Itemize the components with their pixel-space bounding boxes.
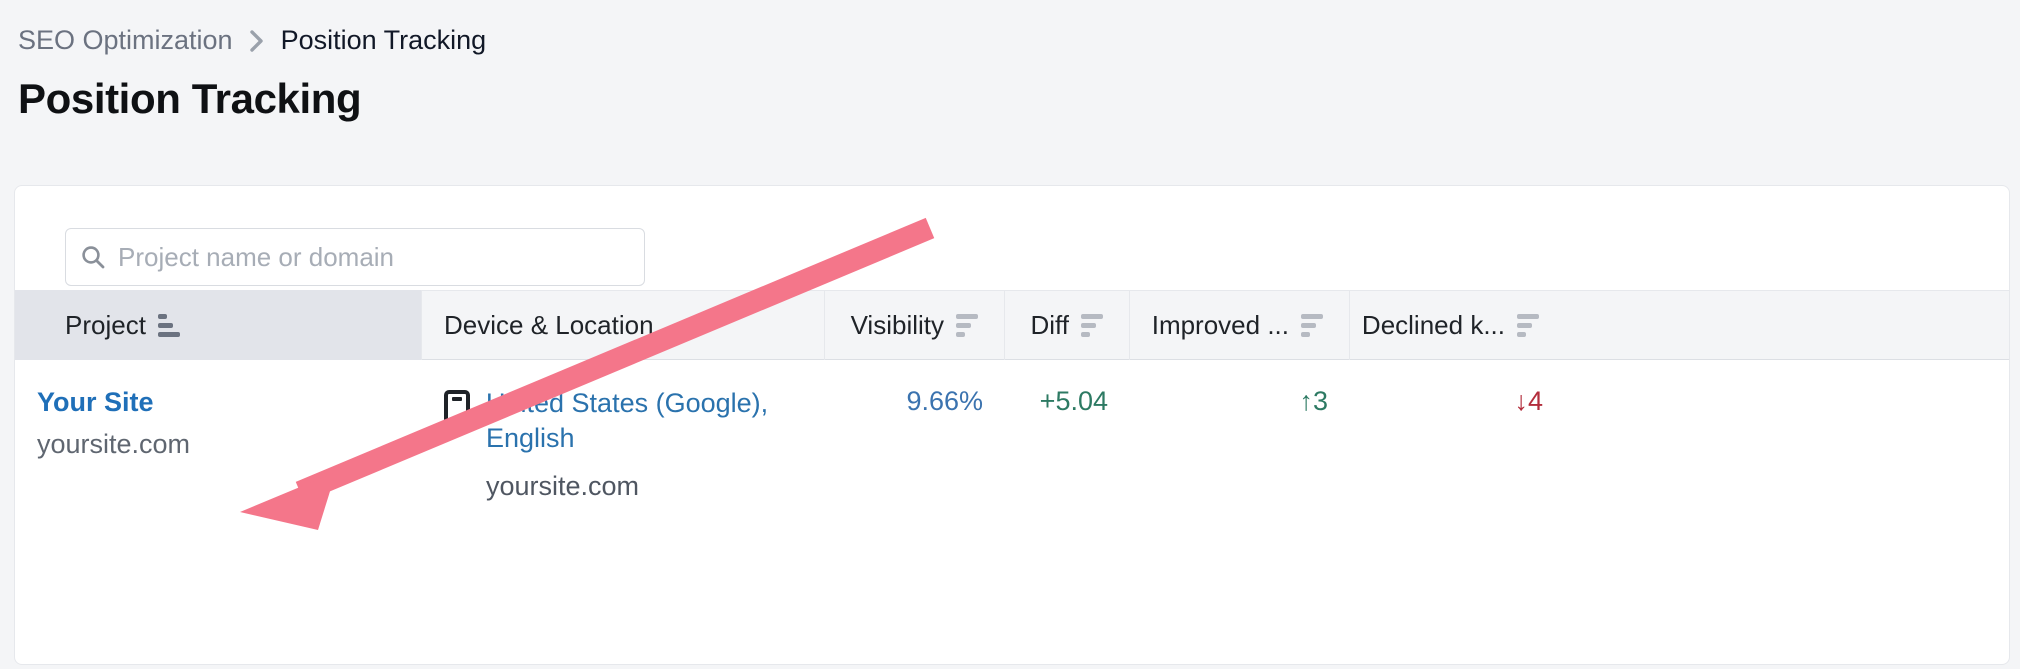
search-box[interactable] bbox=[65, 228, 645, 286]
cell-project: Your Site yoursite.com bbox=[15, 386, 422, 462]
declined-value: ↓4 bbox=[1514, 386, 1543, 416]
diff-value: +5.04 bbox=[1040, 386, 1108, 416]
projects-table: Project Device & Location Visibility Dif… bbox=[15, 290, 2009, 504]
sort-icon[interactable] bbox=[1517, 314, 1543, 337]
column-header-project[interactable]: Project bbox=[15, 290, 422, 360]
mobile-device-icon bbox=[444, 390, 470, 431]
position-tracking-page: SEO Optimization Position Tracking Posit… bbox=[0, 0, 2020, 669]
column-header-label: Visibility bbox=[851, 310, 944, 341]
column-header-device-location[interactable]: Device & Location bbox=[422, 290, 825, 360]
column-header-diff[interactable]: Diff bbox=[1005, 290, 1130, 360]
location-link[interactable]: United States (Google), English bbox=[486, 388, 768, 453]
search-input[interactable] bbox=[118, 242, 618, 273]
breadcrumb-current[interactable]: Position Tracking bbox=[281, 27, 487, 54]
sort-ascending-icon[interactable] bbox=[158, 314, 184, 337]
project-domain: yoursite.com bbox=[37, 428, 400, 462]
column-header-improved-keywords[interactable]: Improved ... bbox=[1130, 290, 1350, 360]
chevron-right-icon bbox=[247, 28, 267, 54]
cell-diff: +5.04 bbox=[1005, 386, 1130, 417]
column-header-declined-keywords[interactable]: Declined k... bbox=[1350, 290, 1565, 360]
page-title: Position Tracking bbox=[18, 75, 361, 123]
table-header-row: Project Device & Location Visibility Dif… bbox=[15, 290, 2009, 360]
column-header-visibility[interactable]: Visibility bbox=[825, 290, 1005, 360]
project-search bbox=[65, 228, 645, 286]
column-header-label: Project bbox=[65, 310, 146, 341]
projects-card: Project Device & Location Visibility Dif… bbox=[14, 185, 2010, 665]
visibility-value: 9.66% bbox=[906, 386, 983, 416]
cell-device-location: United States (Google), English yoursite… bbox=[422, 386, 825, 504]
cell-visibility: 9.66% bbox=[825, 386, 1005, 417]
column-header-label: Declined k... bbox=[1362, 310, 1505, 341]
sort-icon[interactable] bbox=[956, 314, 982, 337]
cell-improved-keywords: ↑3 bbox=[1130, 386, 1350, 417]
project-link[interactable]: Your Site bbox=[37, 386, 400, 420]
search-icon bbox=[80, 244, 106, 270]
cell-declined-keywords: ↓4 bbox=[1350, 386, 1565, 417]
breadcrumb-parent[interactable]: SEO Optimization bbox=[18, 27, 233, 54]
sort-icon[interactable] bbox=[1301, 314, 1327, 337]
column-header-label: Improved ... bbox=[1152, 310, 1289, 341]
breadcrumb: SEO Optimization Position Tracking bbox=[18, 27, 486, 54]
column-header-label: Device & Location bbox=[444, 310, 654, 341]
improved-value: ↑3 bbox=[1299, 386, 1328, 416]
column-header-label: Diff bbox=[1030, 310, 1069, 341]
device-domain: yoursite.com bbox=[486, 469, 803, 504]
table-row[interactable]: Your Site yoursite.com United States (Go… bbox=[15, 360, 2009, 504]
sort-icon[interactable] bbox=[1081, 314, 1107, 337]
